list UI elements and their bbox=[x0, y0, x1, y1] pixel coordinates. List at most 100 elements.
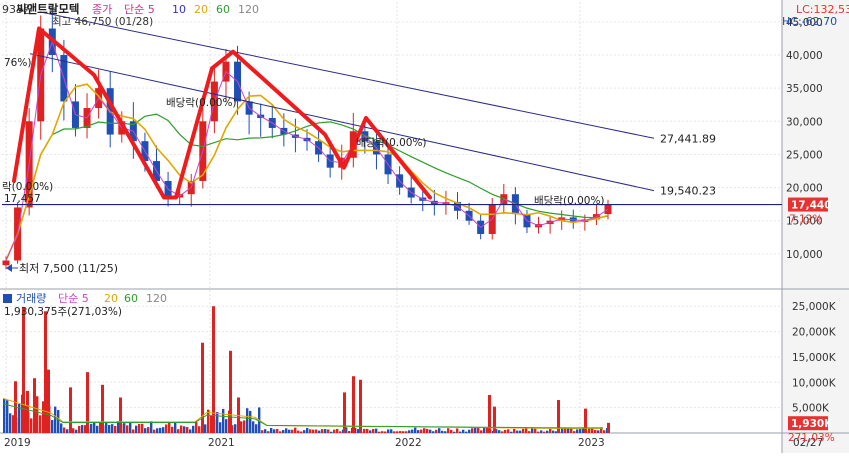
volume-bar bbox=[537, 431, 540, 433]
volume-spike bbox=[101, 384, 104, 433]
volume-bar bbox=[450, 429, 453, 433]
volume-bar bbox=[81, 425, 84, 433]
volume-bar bbox=[378, 431, 381, 433]
volume-bar bbox=[279, 431, 282, 433]
volume-spike bbox=[22, 307, 25, 433]
volume-legend-item: 120 bbox=[146, 292, 167, 305]
volume-bar bbox=[204, 424, 207, 433]
volume-bar bbox=[192, 425, 195, 433]
price-tick-label: 30,000 bbox=[786, 116, 823, 128]
volume-spike bbox=[359, 379, 362, 433]
volume-tick-label: 15,000K bbox=[792, 352, 837, 364]
volume-bar bbox=[573, 431, 576, 433]
volume-bar bbox=[546, 430, 549, 433]
volume-bar bbox=[75, 429, 78, 433]
volume-bar bbox=[534, 428, 537, 433]
volume-bar bbox=[207, 409, 210, 433]
volume-bar bbox=[459, 431, 462, 433]
volume-bar bbox=[234, 424, 237, 433]
volume-tick-label: 10,000K bbox=[792, 377, 837, 389]
volume-bar bbox=[474, 427, 477, 433]
volume-bar bbox=[498, 430, 501, 433]
current-price-label: 17,440 bbox=[791, 200, 832, 212]
volume-bar bbox=[57, 410, 60, 433]
price-tick-label: 10,000 bbox=[786, 249, 823, 261]
volume-bar bbox=[270, 427, 273, 433]
volume-bar bbox=[66, 429, 69, 433]
volume-bar bbox=[51, 420, 54, 433]
volume-bar bbox=[249, 410, 252, 433]
volume-bar bbox=[324, 429, 327, 433]
volume-bar bbox=[438, 428, 441, 433]
volume-bar bbox=[54, 406, 57, 433]
volume-bar bbox=[576, 429, 579, 433]
volume-bar bbox=[390, 429, 393, 433]
volume-bar bbox=[267, 431, 270, 433]
volume-spike bbox=[26, 390, 29, 433]
volume-bar bbox=[579, 429, 582, 433]
volume-bar bbox=[363, 428, 366, 433]
volume-bar bbox=[603, 430, 606, 433]
price-legend-item: 단순 5 bbox=[124, 3, 155, 16]
high-price-label: 최고 46,750 (01/28) bbox=[52, 16, 153, 28]
volume-bar bbox=[297, 430, 300, 433]
current-volume-label: 1,930K bbox=[791, 418, 833, 430]
volume-bar bbox=[513, 428, 516, 433]
volume-bar bbox=[291, 429, 294, 433]
volume-bar bbox=[540, 430, 543, 433]
volume-spike bbox=[343, 392, 346, 433]
volume-bar bbox=[393, 431, 396, 433]
volume-tick-label: 20,000K bbox=[792, 327, 837, 339]
volume-spike bbox=[69, 387, 72, 433]
trendline-lower-label: 19,540.23 bbox=[660, 185, 716, 198]
volume-bar bbox=[315, 429, 318, 433]
volume-bar bbox=[528, 431, 531, 433]
volume-bar bbox=[78, 425, 81, 433]
volume-bar bbox=[441, 430, 444, 433]
volume-spike bbox=[584, 408, 587, 433]
volume-legend-item: 60 bbox=[124, 292, 138, 305]
trendline-upper-label: 27,441.89 bbox=[660, 132, 716, 145]
volume-legend-item: 단순 5 bbox=[58, 292, 89, 305]
volume-bar bbox=[129, 421, 132, 433]
volume-spike bbox=[352, 376, 355, 433]
volume-bar bbox=[60, 423, 63, 433]
volume-bar bbox=[522, 428, 525, 433]
volume-bar bbox=[39, 415, 42, 433]
volume-bar bbox=[549, 428, 552, 433]
volume-bar bbox=[501, 431, 504, 433]
volume-bar bbox=[306, 428, 309, 433]
volume-bar bbox=[264, 429, 267, 433]
volume-bar bbox=[519, 430, 522, 433]
volume-bar bbox=[348, 430, 351, 433]
volume-bar bbox=[222, 408, 225, 433]
volume-bar bbox=[171, 426, 174, 433]
hc-label: HC:-62,70 bbox=[782, 15, 837, 28]
volume-spike bbox=[86, 372, 89, 433]
volume-bar bbox=[504, 429, 507, 433]
volume-bar bbox=[252, 421, 255, 433]
volume-bar bbox=[327, 429, 330, 433]
volume-bar bbox=[198, 426, 201, 433]
volume-bar bbox=[93, 421, 96, 433]
volume-bar bbox=[480, 430, 483, 433]
volume-bar bbox=[186, 426, 189, 433]
volume-bar bbox=[525, 427, 528, 433]
volume-bar bbox=[561, 428, 564, 433]
volume-bar bbox=[414, 427, 417, 433]
volume-bar bbox=[105, 422, 108, 433]
price-legend-item: 60 bbox=[216, 3, 230, 16]
candle-body bbox=[2, 260, 10, 266]
volume-bar bbox=[288, 429, 291, 433]
volume-bar bbox=[384, 431, 387, 433]
volume-bar bbox=[96, 425, 99, 433]
current-volume-pct: 271,03% bbox=[788, 432, 835, 444]
volume-bar bbox=[375, 428, 378, 433]
volume-bar bbox=[318, 430, 321, 433]
volume-bar bbox=[147, 427, 150, 433]
volume-bar bbox=[135, 425, 138, 433]
volume-bar bbox=[453, 431, 456, 433]
price-legend-item: 120 bbox=[238, 3, 259, 16]
volume-bar bbox=[510, 431, 513, 433]
volume-bar bbox=[141, 423, 144, 433]
